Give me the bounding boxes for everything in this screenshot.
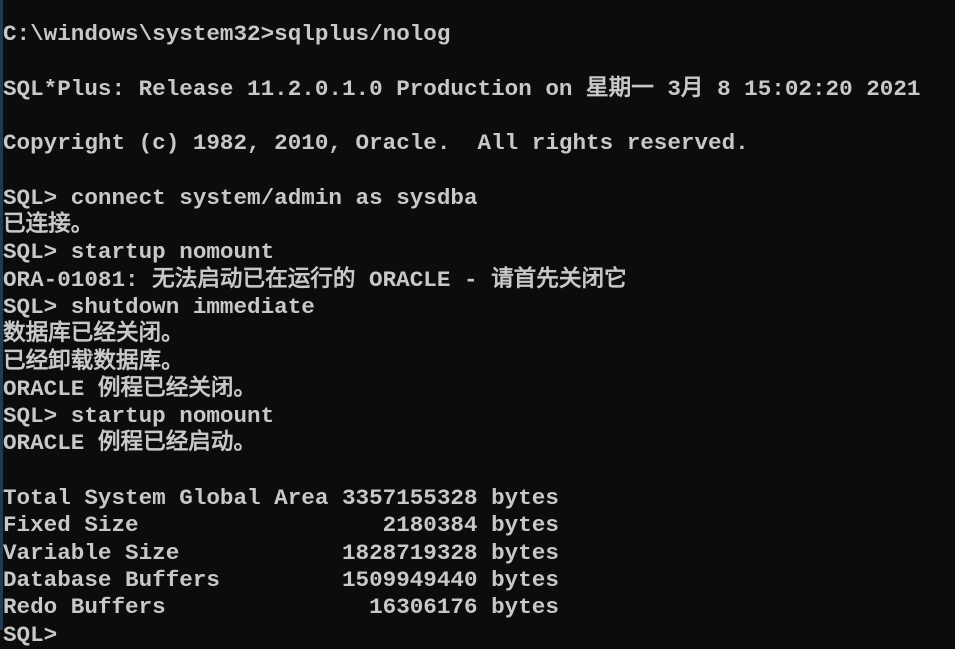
console-line: SQL> startup nomount [3,403,275,430]
console-line: Variable Size 1828719328 bytes [3,539,559,566]
console-line: 已连接。 [3,212,94,239]
console-line: SQL> connect system/admin as sysdba [3,184,478,211]
console-output[interactable]: C:\windows\system32>sqlplus/nolog SQL*Plu… [3,21,920,649]
console-line: C:\windows\system32>sqlplus/nolog [3,21,451,47]
console-line: SQL> shutdown immediate [3,293,315,320]
console-line: SQL> startup nomount [3,239,275,266]
console-line: SQL*Plus: Release 11.2.0.1.0 Production … [3,75,921,102]
console-line: ORACLE 例程已经关闭。 [3,375,257,402]
console-line: 数据库已经关闭。 [3,321,184,348]
console-line: Copyright (c) 1982, 2010, Oracle. All ri… [3,130,749,157]
console-line: Fixed Size 2180384 bytes [3,512,559,539]
console-line: Database Buffers 1509949440 bytes [3,566,559,593]
console-line: Total System Global Area 3357155328 byte… [3,485,559,512]
console-line: ORACLE 例程已经启动。 [3,430,257,457]
console-line: SQL> [3,621,58,648]
console-line: ORA-01081: 无法启动已在运行的 ORACLE - 请首先关闭它 [3,266,627,293]
console-line: 已经卸载数据库。 [3,348,184,375]
console-line: Redo Buffers 16306176 bytes [3,594,559,621]
